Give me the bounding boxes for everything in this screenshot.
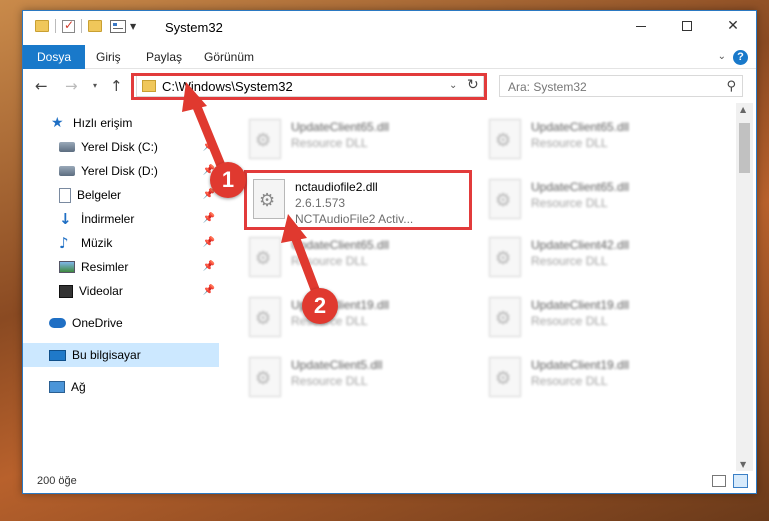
annotation-arrows [182, 82, 321, 297]
arrow-head-address [182, 82, 207, 112]
arrow-to-file [289, 229, 321, 297]
arrow-to-address [190, 97, 227, 173]
step-1-badge: 1 [210, 162, 246, 198]
step-2-badge: 2 [302, 288, 338, 324]
arrow-head-file [281, 214, 307, 243]
